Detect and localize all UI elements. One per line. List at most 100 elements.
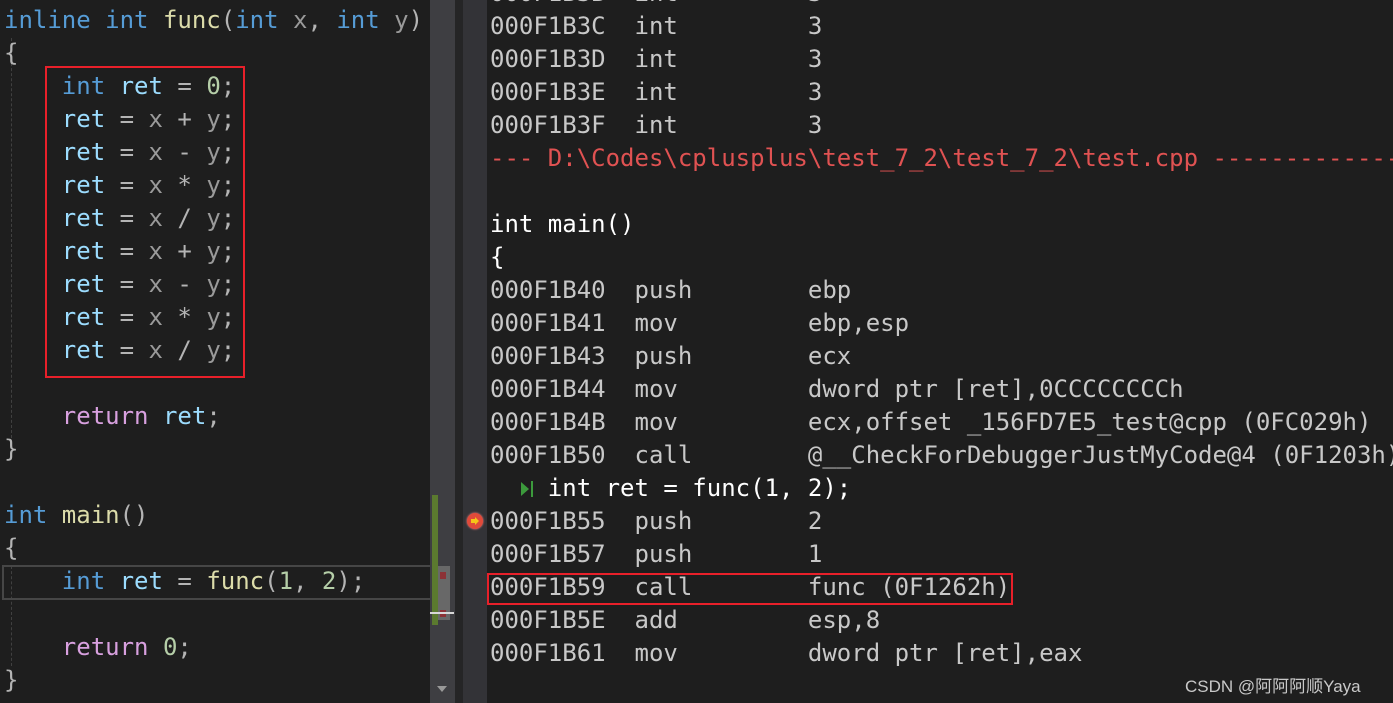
- asm-addr: 000F1B3F: [490, 111, 635, 139]
- source-line: int main(): [490, 210, 635, 238]
- asm-addr: 000F1B40: [490, 276, 635, 304]
- asm-row: 000F1B55 push 2: [490, 505, 822, 538]
- code-token: int: [336, 6, 395, 34]
- splitter[interactable]: [455, 0, 463, 703]
- code-token: func: [162, 6, 221, 34]
- disassembly-view[interactable]: 000F1B3B int 3000F1B3C int 3000F1B3D int…: [487, 0, 1393, 703]
- code-token: 1: [278, 567, 294, 595]
- asm-arg: 3: [807, 78, 823, 106]
- instruction-pointer-icon: [467, 513, 483, 529]
- asm-row: 000F1B5E add esp,8: [490, 604, 880, 637]
- asm-row: 000F1B3F int 3: [490, 109, 822, 142]
- asm-row: 000F1B3B int 3: [490, 0, 822, 10]
- code-line: return 0;: [4, 631, 192, 664]
- asm-arg: 3: [807, 12, 823, 40]
- asm-op: int: [634, 12, 808, 40]
- asm-row: 000F1B61 mov dword ptr [ret],eax: [490, 637, 1082, 670]
- code-line: int main(): [4, 499, 149, 532]
- asm-arg: @__CheckForDebuggerJustMyCode@4 (0F1203h…: [807, 441, 1393, 469]
- source-line: {: [490, 243, 505, 271]
- code-token: (: [264, 567, 279, 595]
- code-line: return ret;: [4, 400, 221, 433]
- indicator-margin[interactable]: [463, 0, 487, 703]
- asm-arg: ebp,esp: [807, 309, 910, 337]
- code-token: }: [4, 435, 19, 463]
- asm-op: int: [634, 111, 808, 139]
- asm-arg: ecx,offset _156FD7E5_test@cpp (0FC029h): [807, 408, 1372, 436]
- asm-op: mov: [634, 639, 808, 667]
- code-token: main: [61, 501, 120, 529]
- asm-row: 000F1B3C int 3: [490, 10, 822, 43]
- asm-op: push: [634, 540, 808, 568]
- asm-arg: dword ptr [ret],eax: [807, 639, 1083, 667]
- asm-op: add: [634, 606, 808, 634]
- source-file-header: --- D:\Codes\cplusplus\test_7_2\test_7_2…: [490, 144, 1393, 172]
- code-line: }: [4, 664, 18, 697]
- asm-arg: 1: [807, 540, 823, 568]
- scroll-down-icon[interactable]: [437, 686, 447, 692]
- breakpoint-marker: [440, 572, 446, 579]
- asm-addr: 000F1B44: [490, 375, 635, 403]
- code-token: func: [206, 567, 265, 595]
- code-token: (: [220, 6, 236, 34]
- asm-addr: 000F1B3E: [490, 78, 635, 106]
- code-token: ,: [293, 567, 322, 595]
- asm-op: push: [634, 276, 808, 304]
- code-token: ,: [307, 6, 337, 34]
- code-token: inline: [4, 6, 106, 34]
- asm-arg: ecx: [807, 342, 852, 370]
- asm-op: push: [634, 507, 808, 535]
- asm-op: mov: [634, 408, 808, 436]
- code-token: 0: [162, 633, 178, 661]
- asm-addr: 000F1B43: [490, 342, 635, 370]
- code-token: int: [4, 501, 62, 529]
- code-token: return: [61, 633, 163, 661]
- code-token: ;: [206, 402, 221, 430]
- code-token: (): [119, 501, 149, 529]
- asm-op: int: [634, 78, 808, 106]
- asm-arg: ebp: [807, 276, 852, 304]
- code-line: int ret = func(1, 2);: [4, 565, 365, 598]
- watermark: CSDN @阿阿阿顺Yaya: [1185, 677, 1361, 696]
- code-token: int: [105, 6, 163, 34]
- code-token: );: [336, 567, 366, 595]
- code-token: 2: [321, 567, 337, 595]
- asm-addr: 000F1B3C: [490, 12, 635, 40]
- asm-row: 000F1B40 push ebp: [490, 274, 851, 307]
- asm-row: 000F1B4B mov ecx,offset _156FD7E5_test@c…: [490, 406, 1371, 439]
- highlight-box-call-func: [487, 573, 1013, 605]
- asm-row: 000F1B3E int 3: [490, 76, 822, 109]
- asm-arg: 3: [807, 45, 823, 73]
- asm-row: 000F1B57 push 1: [490, 538, 822, 571]
- asm-addr: 000F1B55: [490, 507, 635, 535]
- code-line: inline int func(int x, int y): [4, 4, 423, 37]
- asm-arg: 2: [807, 507, 823, 535]
- asm-op: int: [635, 0, 808, 7]
- asm-addr: 000F1B61: [490, 639, 635, 667]
- asm-op: call: [634, 441, 808, 469]
- asm-addr: 000F1B41: [490, 309, 635, 337]
- source-line: int ret = func(1, 2);: [490, 474, 852, 502]
- caret-position-marker: [430, 612, 454, 614]
- code-token: y: [394, 6, 409, 34]
- asm-addr: 000F1B57: [490, 540, 635, 568]
- asm-addr: 000F1B50: [490, 441, 635, 469]
- source-editor[interactable]: inline int func(int x, int y){ int ret =…: [0, 0, 432, 703]
- asm-op: push: [634, 342, 808, 370]
- code-line: }: [4, 433, 18, 466]
- asm-row: 000F1B41 mov ebp,esp: [490, 307, 909, 340]
- code-token: =: [162, 567, 207, 595]
- code-token: {: [4, 534, 19, 562]
- asm-addr: 000F1B3D: [490, 45, 635, 73]
- asm-addr: 000F1B5E: [490, 606, 635, 634]
- asm-arg: 3: [807, 111, 823, 139]
- asm-arg: 3: [808, 0, 822, 7]
- code-token: int: [61, 567, 120, 595]
- highlight-box-func-body: [45, 66, 245, 378]
- code-token: ;: [177, 633, 192, 661]
- asm-op: mov: [634, 375, 808, 403]
- asm-row: 000F1B3D int 3: [490, 43, 822, 76]
- code-line: {: [4, 37, 18, 70]
- asm-addr: 000F1B4B: [490, 408, 635, 436]
- code-token: ): [408, 6, 424, 34]
